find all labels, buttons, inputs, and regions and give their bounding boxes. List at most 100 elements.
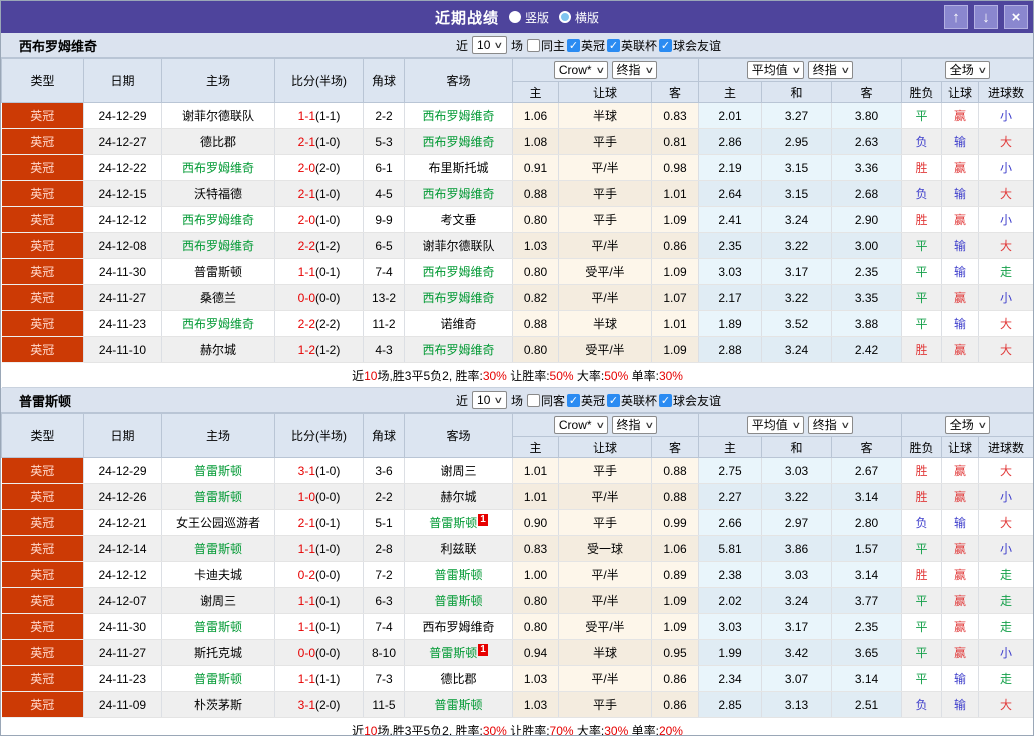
away-team[interactable]: 西布罗姆维奇 <box>404 613 513 640</box>
col-header-corner: 角球 <box>363 413 405 458</box>
home-team[interactable]: 朴茨茅斯 <box>161 691 275 718</box>
away-team[interactable]: 西布罗姆维奇 <box>404 284 513 311</box>
avg-draw-odds: 3.24 <box>761 336 833 363</box>
avg-home-odds: 2.02 <box>698 587 763 614</box>
result-handicap: 输 <box>941 232 980 259</box>
home-team[interactable]: 谢菲尔德联队 <box>161 102 275 129</box>
away-team[interactable]: 西布罗姆维奇 <box>404 102 513 129</box>
final-odds-select[interactable]: 终指 ∨ <box>611 61 658 79</box>
match-count-select[interactable]: 10 ∨ <box>472 391 507 409</box>
fullmatch-select[interactable]: 全场 ∨ <box>944 416 991 434</box>
avg-home-odds: 2.85 <box>698 691 763 718</box>
result-wdl: 平 <box>901 535 943 562</box>
league-filters: 同客 ✓ 英冠 ✓ 英联杯 ✓ 球会友谊 <box>526 392 721 409</box>
handicap-group-header: Crow* ∨ 终指 ∨ <box>511 413 700 437</box>
handicap-line: 半球 <box>558 102 652 129</box>
away-team[interactable]: 西布罗姆维奇 <box>404 336 513 363</box>
checkbox-unchecked-icon[interactable] <box>526 38 540 52</box>
match-score: 2-2(2-2) <box>274 310 364 337</box>
result-wdl: 胜 <box>901 206 943 233</box>
match-date: 24-12-08 <box>83 232 162 259</box>
home-team[interactable]: 西布罗姆维奇 <box>161 232 275 259</box>
match-date: 24-12-29 <box>83 102 162 129</box>
result-handicap: 赢 <box>941 535 980 562</box>
match-score: 1-0(0-0) <box>274 483 364 510</box>
away-team[interactable]: 西布罗姆维奇 <box>404 128 513 155</box>
final-odds-select[interactable]: 终指 ∨ <box>611 416 658 434</box>
bookmaker-select[interactable]: Crow* ∨ <box>553 61 609 79</box>
away-team[interactable]: 普雷斯顿 1 <box>404 509 513 536</box>
away-team[interactable]: 德比郡 <box>404 665 513 692</box>
checkbox-checked-icon[interactable]: ✓ <box>659 38 673 52</box>
home-team[interactable]: 沃特福德 <box>161 180 275 207</box>
home-team[interactable]: 桑德兰 <box>161 284 275 311</box>
away-team[interactable]: 利兹联 <box>404 535 513 562</box>
average-select[interactable]: 平均值 ∨ <box>746 61 805 79</box>
away-team[interactable]: 诺维奇 <box>404 310 513 337</box>
avg-away-odds: 2.35 <box>831 258 903 285</box>
checkbox-checked-icon[interactable]: ✓ <box>567 38 580 52</box>
result-handicap: 赢 <box>941 587 980 614</box>
avg-home-odds: 2.35 <box>698 232 763 259</box>
home-team[interactable]: 西布罗姆维奇 <box>161 154 275 181</box>
result-handicap: 赢 <box>941 457 980 484</box>
home-team[interactable]: 斯托克城 <box>161 639 275 666</box>
handicap-home-odds: 1.01 <box>512 457 559 484</box>
handicap-away-odds: 0.98 <box>651 154 700 181</box>
checkbox-unchecked-icon[interactable] <box>526 393 540 407</box>
filter-unchecked: 同主 <box>526 37 565 54</box>
move-down-button[interactable]: ↓ <box>974 5 998 29</box>
away-team[interactable]: 普雷斯顿 <box>404 561 513 588</box>
away-team[interactable]: 谢周三 <box>404 457 513 484</box>
match-row: 英冠 24-12-14 普雷斯顿 1-1(1-0) 2-8 利兹联 0.83 受一球 1.06 5… <box>1 535 1033 562</box>
home-team[interactable]: 西布罗姆维奇 <box>161 206 275 233</box>
checkbox-checked-icon[interactable]: ✓ <box>567 393 580 407</box>
away-team[interactable]: 普雷斯顿 <box>404 587 513 614</box>
radio-selected-icon <box>508 11 521 23</box>
league-badge: 英冠 <box>1 154 84 181</box>
avg-draw-odds: 3.17 <box>761 258 833 285</box>
away-team[interactable]: 普雷斯顿 1 <box>404 639 513 666</box>
filter-label: 同客 <box>540 393 565 408</box>
away-team[interactable]: 谢菲尔德联队 <box>404 232 513 259</box>
away-team[interactable]: 西布罗姆维奇 <box>404 180 513 207</box>
home-team[interactable]: 卡迪夫城 <box>161 561 275 588</box>
home-team[interactable]: 赫尔城 <box>161 336 275 363</box>
home-team[interactable]: 德比郡 <box>161 128 275 155</box>
match-count-select[interactable]: 10 ∨ <box>472 36 507 54</box>
home-team[interactable]: 普雷斯顿 <box>161 535 275 562</box>
handicap-away-odds: 1.09 <box>651 613 700 640</box>
fullmatch-select[interactable]: 全场 ∨ <box>944 61 991 79</box>
home-team[interactable]: 普雷斯顿 <box>161 258 275 285</box>
bookmaker-select[interactable]: Crow* ∨ <box>553 416 609 434</box>
league-badge: 英冠 <box>1 457 84 484</box>
checkbox-checked-icon[interactable]: ✓ <box>607 393 621 407</box>
home-team[interactable]: 普雷斯顿 <box>161 613 275 640</box>
avg-away-odds: 2.68 <box>831 180 903 207</box>
avg-home-odds: 2.17 <box>698 284 763 311</box>
away-team[interactable]: 考文垂 <box>404 206 513 233</box>
layout-radio-horizontal[interactable]: 横版 <box>559 9 599 26</box>
home-team[interactable]: 谢周三 <box>161 587 275 614</box>
result-wdl: 平 <box>901 587 943 614</box>
home-team[interactable]: 普雷斯顿 <box>161 457 275 484</box>
home-team[interactable]: 女王公园巡游者 <box>161 509 275 536</box>
checkbox-checked-icon[interactable]: ✓ <box>607 38 621 52</box>
average-select[interactable]: 平均值 ∨ <box>746 416 805 434</box>
checkbox-checked-icon[interactable]: ✓ <box>659 393 673 407</box>
final-odds-select-2[interactable]: 终指 ∨ <box>807 61 854 79</box>
summary-segment: 场,胜3平5负2, 胜率: <box>377 723 483 736</box>
layout-radio-vertical[interactable]: 竖版 <box>508 9 549 26</box>
sub-header-handicap: 让球 <box>558 81 652 103</box>
home-team[interactable]: 西布罗姆维奇 <box>161 310 275 337</box>
home-team[interactable]: 普雷斯顿 <box>161 665 275 692</box>
away-team[interactable]: 布里斯托城 <box>404 154 513 181</box>
close-button[interactable]: × <box>1004 5 1028 29</box>
home-team[interactable]: 普雷斯顿 <box>161 483 275 510</box>
move-up-button[interactable]: ↑ <box>944 5 968 29</box>
final-odds-select-2[interactable]: 终指 ∨ <box>807 416 854 434</box>
away-team[interactable]: 普雷斯顿 <box>404 691 513 718</box>
away-team[interactable]: 西布罗姆维奇 <box>404 258 513 285</box>
away-team[interactable]: 赫尔城 <box>404 483 513 510</box>
match-row: 英冠 24-12-29 普雷斯顿 3-1(1-0) 3-6 谢周三 1.01 平手 0.88 2.… <box>1 457 1033 484</box>
